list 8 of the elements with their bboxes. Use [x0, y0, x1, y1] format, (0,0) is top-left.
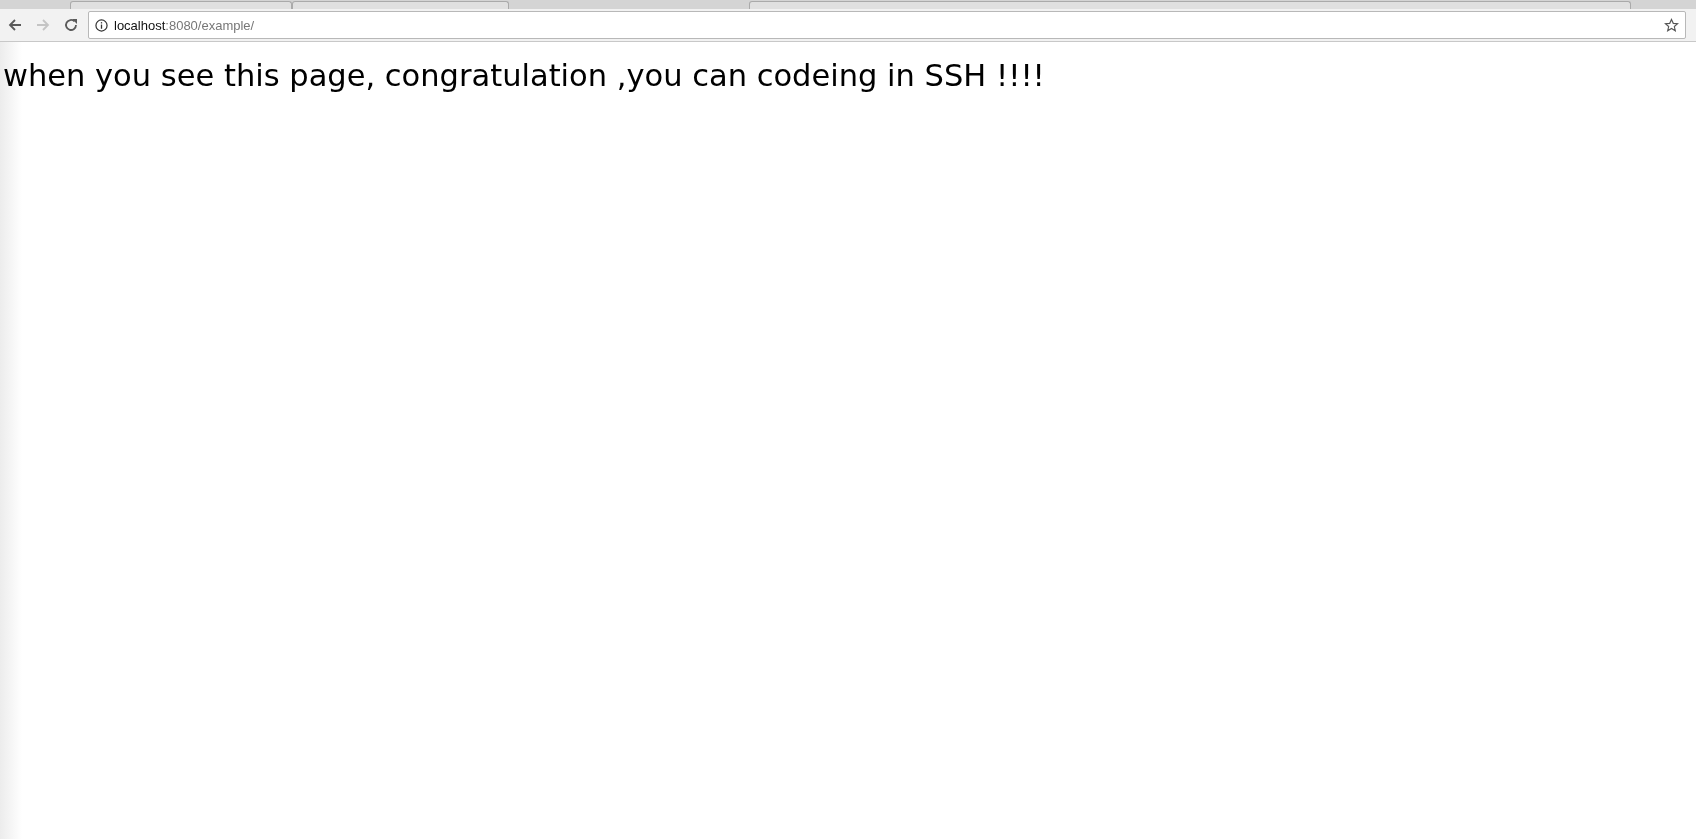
right-arrow-icon	[35, 17, 51, 33]
url-text: localhost:8080/example/	[114, 17, 256, 33]
address-bar[interactable]: localhost:8080/example/	[88, 11, 1686, 39]
info-icon[interactable]	[95, 18, 108, 32]
star-icon[interactable]	[1664, 17, 1679, 33]
left-arrow-icon	[7, 17, 23, 33]
page-heading: when you see this page, congratulation ,you can codeing in SSH !!!!	[2, 57, 1046, 93]
reload-icon	[63, 17, 79, 33]
